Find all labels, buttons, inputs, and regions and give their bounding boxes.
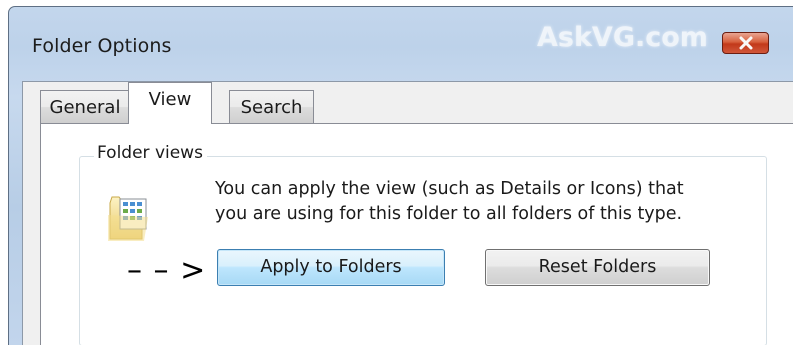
close-button[interactable] bbox=[722, 32, 769, 54]
description-line-1: You can apply the view (such as Details … bbox=[215, 179, 684, 199]
folder-views-label: Folder views bbox=[94, 143, 207, 163]
window-title: Folder Options bbox=[32, 35, 172, 57]
watermark-logo: AskVG.com bbox=[537, 22, 708, 53]
folder-views-group: Folder views You can apply the view (suc… bbox=[79, 143, 767, 345]
view-tab-panel: Folder views You can apply the view (suc… bbox=[40, 123, 793, 345]
folder-options-window: Folder Options AskVG.com General View Se… bbox=[8, 6, 793, 345]
folder-views-description: You can apply the view (such as Details … bbox=[215, 177, 755, 227]
description-line-2: you are using for this folder to all fol… bbox=[215, 204, 683, 224]
apply-to-folders-button[interactable]: Apply to Folders bbox=[217, 249, 445, 286]
annotation-arrow: – – > bbox=[127, 253, 207, 288]
tab-search[interactable]: Search bbox=[229, 90, 314, 123]
reset-folders-button[interactable]: Reset Folders bbox=[485, 249, 710, 286]
close-icon bbox=[739, 36, 752, 50]
tab-view[interactable]: View bbox=[128, 82, 212, 124]
folder-view-icon bbox=[108, 196, 148, 241]
tab-general[interactable]: General bbox=[40, 90, 130, 123]
dialog-content: General View Search Folder views You can… bbox=[22, 81, 793, 345]
title-bar[interactable]: Folder Options AskVG.com bbox=[9, 7, 793, 81]
